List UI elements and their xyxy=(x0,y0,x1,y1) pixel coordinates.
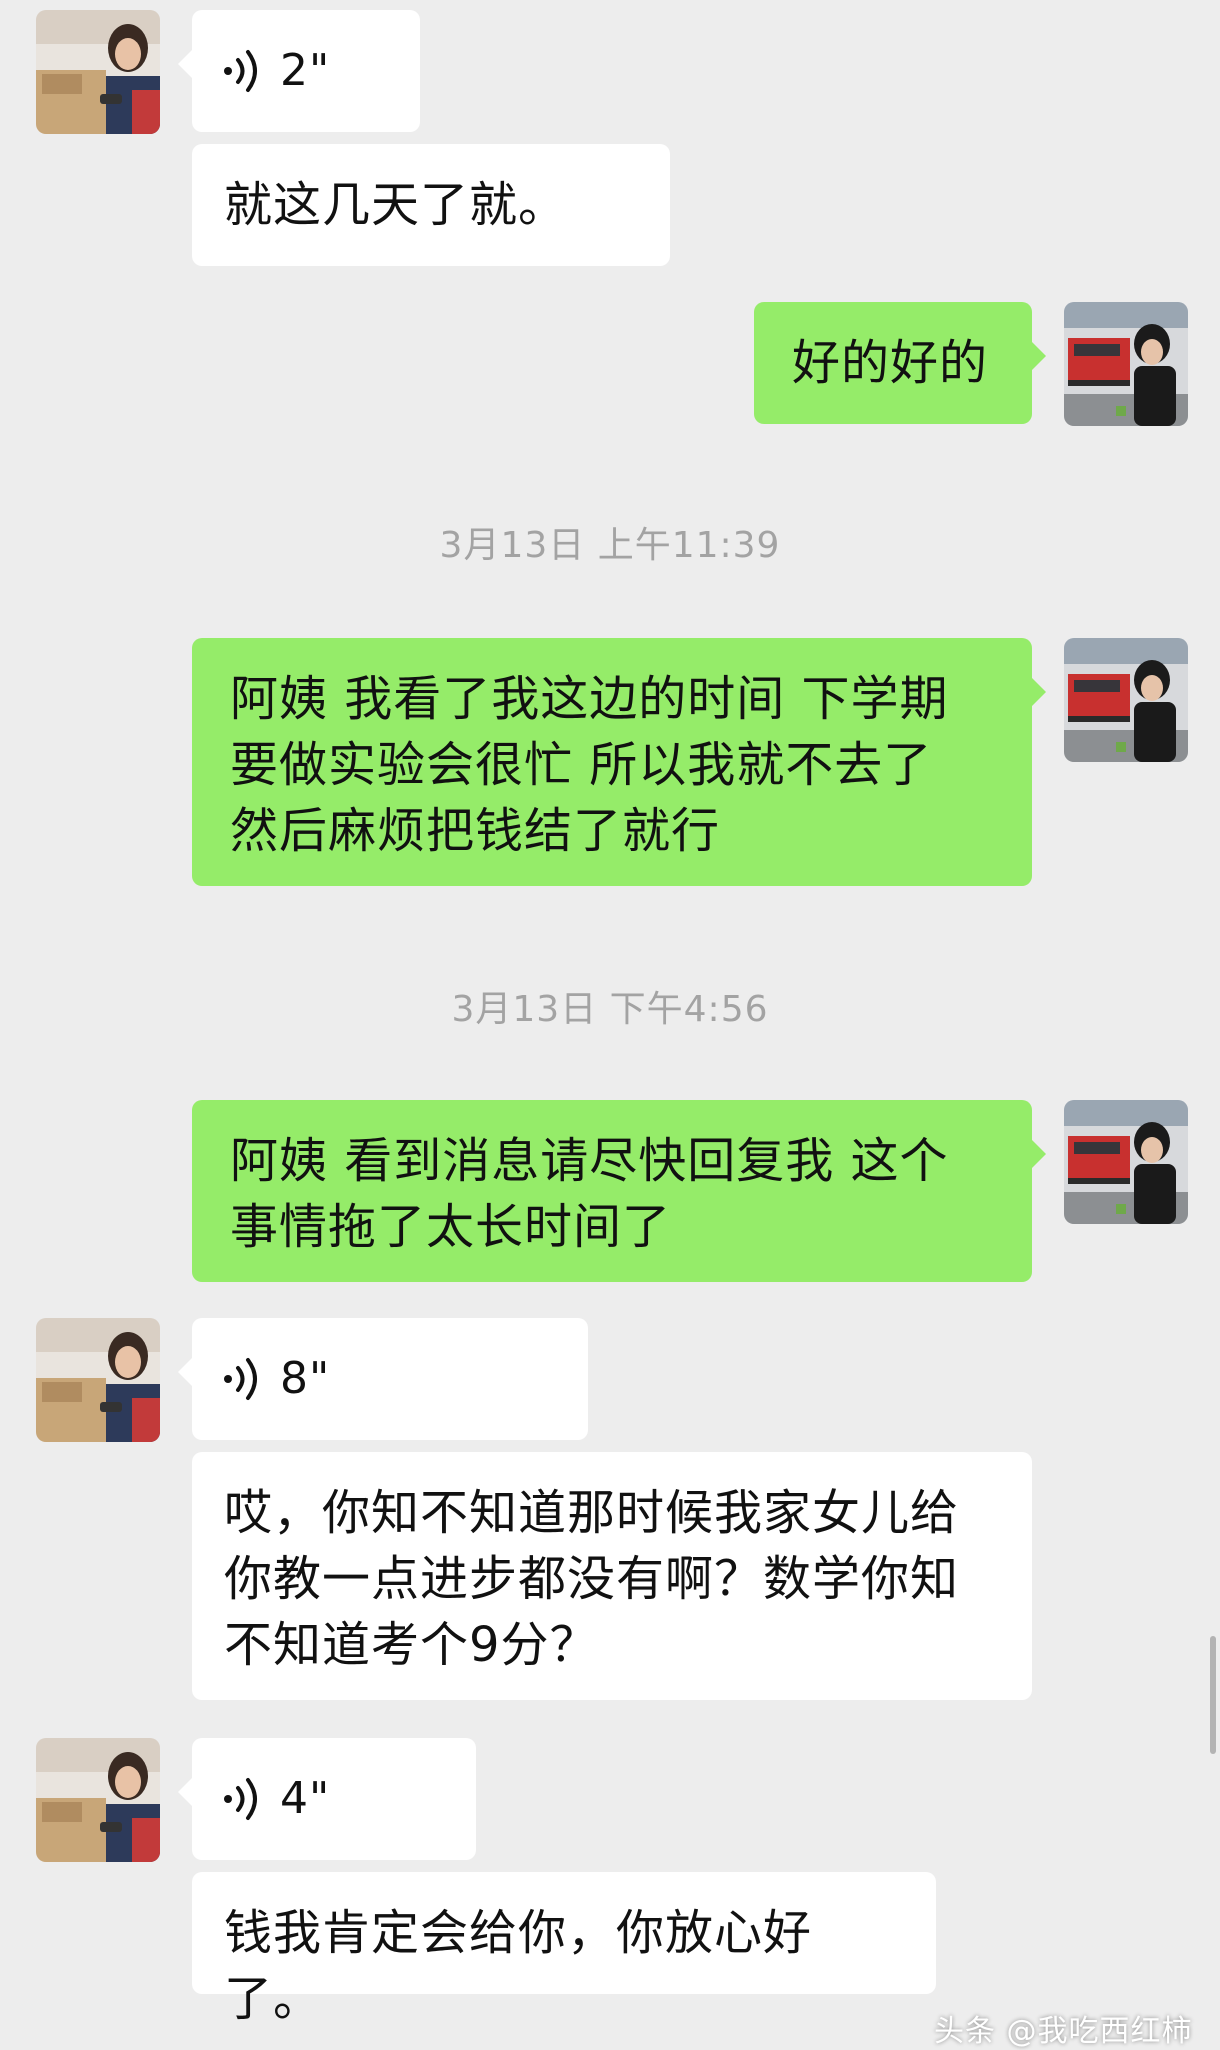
incoming-text-bubble[interactable]: 钱我肯定会给你，你放心好了。 xyxy=(192,1872,936,2027)
message-text: 阿姨 我看了我这边的时间 下学期要做实验会很忙 所以我就不去了 然后麻烦把钱结了… xyxy=(230,671,949,859)
message-text: 阿姨 看到消息请尽快回复我 这个事情拖了太长时间了 xyxy=(230,1133,949,1255)
contact-avatar[interactable] xyxy=(36,10,160,134)
outgoing-text-bubble[interactable]: 阿姨 看到消息请尽快回复我 这个事情拖了太长时间了 xyxy=(192,1100,1046,1282)
voice-message-bubble[interactable]: 4" xyxy=(178,1738,476,1860)
watermark: 头条 @我吃西红柿 xyxy=(934,2014,1193,2049)
my-avatar[interactable] xyxy=(1064,1100,1188,1224)
voice-wave-icon xyxy=(222,1358,257,1400)
contact-avatar[interactable] xyxy=(36,1318,160,1442)
incoming-text-bubble[interactable]: 就这几天了就。 xyxy=(192,144,670,266)
voice-message-bubble[interactable]: 8" xyxy=(178,1318,588,1440)
voice-wave-icon xyxy=(222,50,257,92)
chat-scrollbar[interactable] xyxy=(1210,1636,1216,1754)
message-timestamp: 3月13日 上午11:39 xyxy=(439,525,781,566)
my-avatar[interactable] xyxy=(1064,302,1188,426)
my-avatar[interactable] xyxy=(1064,638,1188,762)
message-text: 哎，你知不知道那时候我家女儿给你教一点进步都没有啊？数学你知不知道考个9分？ xyxy=(224,1485,960,1673)
voice-duration: 8" xyxy=(280,1353,331,1404)
outgoing-text-bubble[interactable]: 阿姨 我看了我这边的时间 下学期要做实验会很忙 所以我就不去了 然后麻烦把钱结了… xyxy=(192,638,1046,886)
message-text: 钱我肯定会给你，你放心好了。 xyxy=(224,1905,813,2027)
incoming-text-bubble[interactable]: 哎，你知不知道那时候我家女儿给你教一点进步都没有啊？数学你知不知道考个9分？ xyxy=(192,1452,1032,1700)
voice-message-bubble[interactable]: 2" xyxy=(178,10,420,132)
message-text: 就这几天了就。 xyxy=(224,177,568,233)
message-text: 好的好的 xyxy=(792,335,989,391)
contact-avatar[interactable] xyxy=(36,1738,160,1862)
outgoing-text-bubble[interactable]: 好的好的 xyxy=(754,302,1046,424)
message-timestamp: 3月13日 下午4:56 xyxy=(451,989,769,1030)
voice-duration: 2" xyxy=(280,45,331,96)
voice-wave-icon xyxy=(222,1778,257,1820)
voice-duration: 4" xyxy=(280,1773,331,1824)
